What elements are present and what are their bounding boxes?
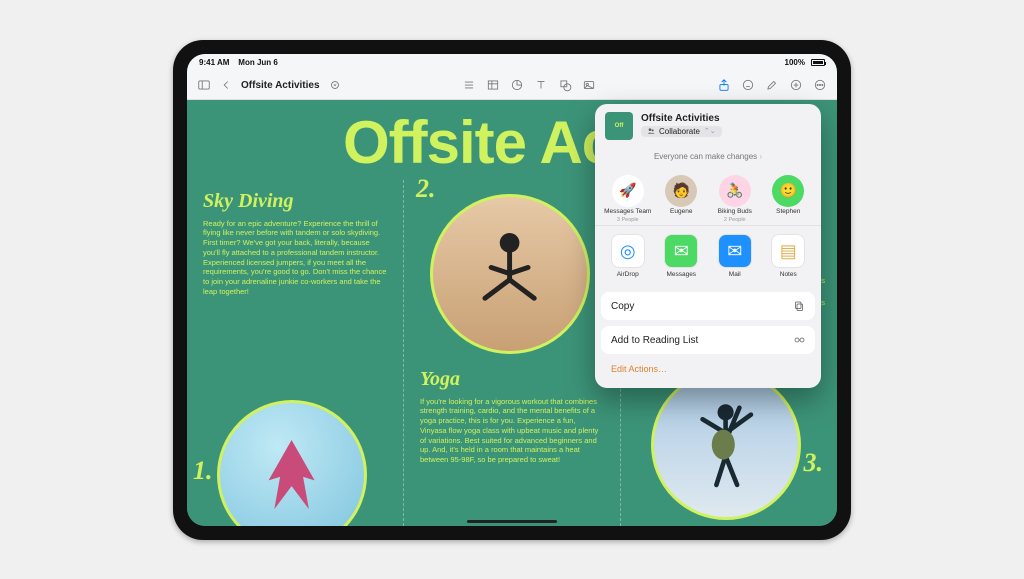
text-icon[interactable] — [534, 78, 548, 92]
contact-name: Eugene — [670, 209, 692, 216]
status-date: Mon Jun 6 — [238, 58, 278, 67]
format-icon[interactable] — [741, 78, 755, 92]
image-yoga[interactable] — [430, 194, 590, 354]
share-app[interactable]: ✉ Messages — [657, 234, 705, 278]
contact-sub: 3 People — [617, 217, 639, 223]
brush-icon[interactable] — [765, 78, 779, 92]
app-name: Notes — [780, 271, 797, 278]
share-sheet: Off Offsite Activities Collaborate ⌃⌄ Ev… — [595, 104, 821, 389]
doc-thumbnail: Off — [605, 112, 633, 140]
avatar: 🚴 — [719, 175, 751, 207]
column-2: 2. Yoga If you're looking for a vigorous… — [403, 180, 620, 526]
collab-label: Collaborate — [659, 127, 700, 136]
share-contacts-row: 🚀 Messages Team 3 People🧑 Eugene 🚴 Bikin… — [595, 169, 821, 226]
battery-icon — [811, 59, 825, 66]
share-apps-row: ◎ AirDrop✉ Messages✉ Mail▤ Notes — [595, 225, 821, 286]
copy-label: Copy — [611, 301, 634, 312]
app-toolbar: Offsite Activities — [187, 72, 837, 100]
more-icon[interactable] — [813, 78, 827, 92]
reading-list-action[interactable]: Add to Reading List — [601, 326, 815, 354]
edit-actions-link[interactable]: Edit Actions… — [601, 360, 815, 382]
app-name: AirDrop — [617, 271, 639, 278]
glasses-icon — [793, 334, 805, 346]
home-indicator[interactable] — [467, 520, 557, 523]
app-name: Mail — [729, 271, 741, 278]
permissions-row[interactable]: Everyone can make changes — [595, 148, 821, 169]
number-1[interactable]: 1. — [193, 456, 213, 486]
table-icon[interactable] — [486, 78, 500, 92]
share-title: Offsite Activities — [641, 113, 722, 124]
reading-label: Add to Reading List — [611, 335, 698, 346]
share-contact[interactable]: 🙂 Stephen — [764, 175, 812, 224]
contact-name: Biking Buds — [718, 209, 752, 216]
status-bar: 9:41 AM Mon Jun 6 100% — [187, 54, 837, 72]
collaborate-dropdown[interactable]: Collaborate ⌃⌄ — [641, 126, 722, 137]
copy-icon — [793, 300, 805, 312]
number-3[interactable]: 3. — [804, 448, 824, 478]
sidebar-icon[interactable] — [197, 78, 211, 92]
chart-icon[interactable] — [510, 78, 524, 92]
body-sky-diving[interactable]: Ready for an epic adventure? Experience … — [203, 219, 387, 297]
chevron-updown-icon: ⌃⌄ — [704, 127, 716, 135]
avatar: 🧑 — [665, 175, 697, 207]
screen: 9:41 AM Mon Jun 6 100% Offsite Activitie… — [187, 54, 837, 526]
number-2[interactable]: 2. — [416, 174, 436, 204]
view-list-icon[interactable] — [462, 78, 476, 92]
shape-icon[interactable] — [558, 78, 572, 92]
app-icon: ✉ — [718, 234, 752, 268]
add-icon[interactable] — [789, 78, 803, 92]
image-hiking[interactable] — [651, 370, 801, 520]
share-header: Off Offsite Activities Collaborate ⌃⌄ — [595, 104, 821, 148]
image-sky-diving[interactable] — [217, 400, 367, 526]
share-app[interactable]: ✉ Mail — [711, 234, 759, 278]
app-icon: ◎ — [611, 234, 645, 268]
column-1: Sky Diving Ready for an epic adventure? … — [187, 180, 403, 526]
app-icon: ▤ — [771, 234, 805, 268]
share-contact[interactable]: 🧑 Eugene — [657, 175, 705, 224]
back-icon[interactable] — [219, 78, 233, 92]
avatar: 🚀 — [612, 175, 644, 207]
share-contact[interactable]: 🚀 Messages Team 3 People — [604, 175, 652, 224]
status-time: 9:41 AM — [199, 58, 229, 67]
doc-title[interactable]: Offsite Activities — [241, 80, 320, 91]
ipad-frame: 9:41 AM Mon Jun 6 100% Offsite Activitie… — [173, 40, 851, 540]
copy-action[interactable]: Copy — [601, 292, 815, 320]
share-app[interactable]: ▤ Notes — [764, 234, 812, 278]
share-icon[interactable] — [717, 78, 731, 92]
subhead-sky-diving[interactable]: Sky Diving — [203, 190, 387, 213]
avatar: 🙂 — [772, 175, 804, 207]
app-name: Messages — [666, 271, 696, 278]
body-yoga[interactable]: If you're looking for a vigorous workout… — [420, 397, 604, 465]
chevron-down-icon[interactable] — [328, 78, 342, 92]
contact-name: Stephen — [776, 209, 800, 216]
app-icon: ✉ — [664, 234, 698, 268]
media-icon[interactable] — [582, 78, 596, 92]
contact-sub: 2 People — [724, 217, 746, 223]
share-contact[interactable]: 🚴 Biking Buds 2 People — [711, 175, 759, 224]
contact-name: Messages Team — [604, 209, 651, 216]
subhead-yoga[interactable]: Yoga — [420, 368, 604, 391]
status-battery-pct: 100% — [785, 58, 805, 67]
share-app[interactable]: ◎ AirDrop — [604, 234, 652, 278]
